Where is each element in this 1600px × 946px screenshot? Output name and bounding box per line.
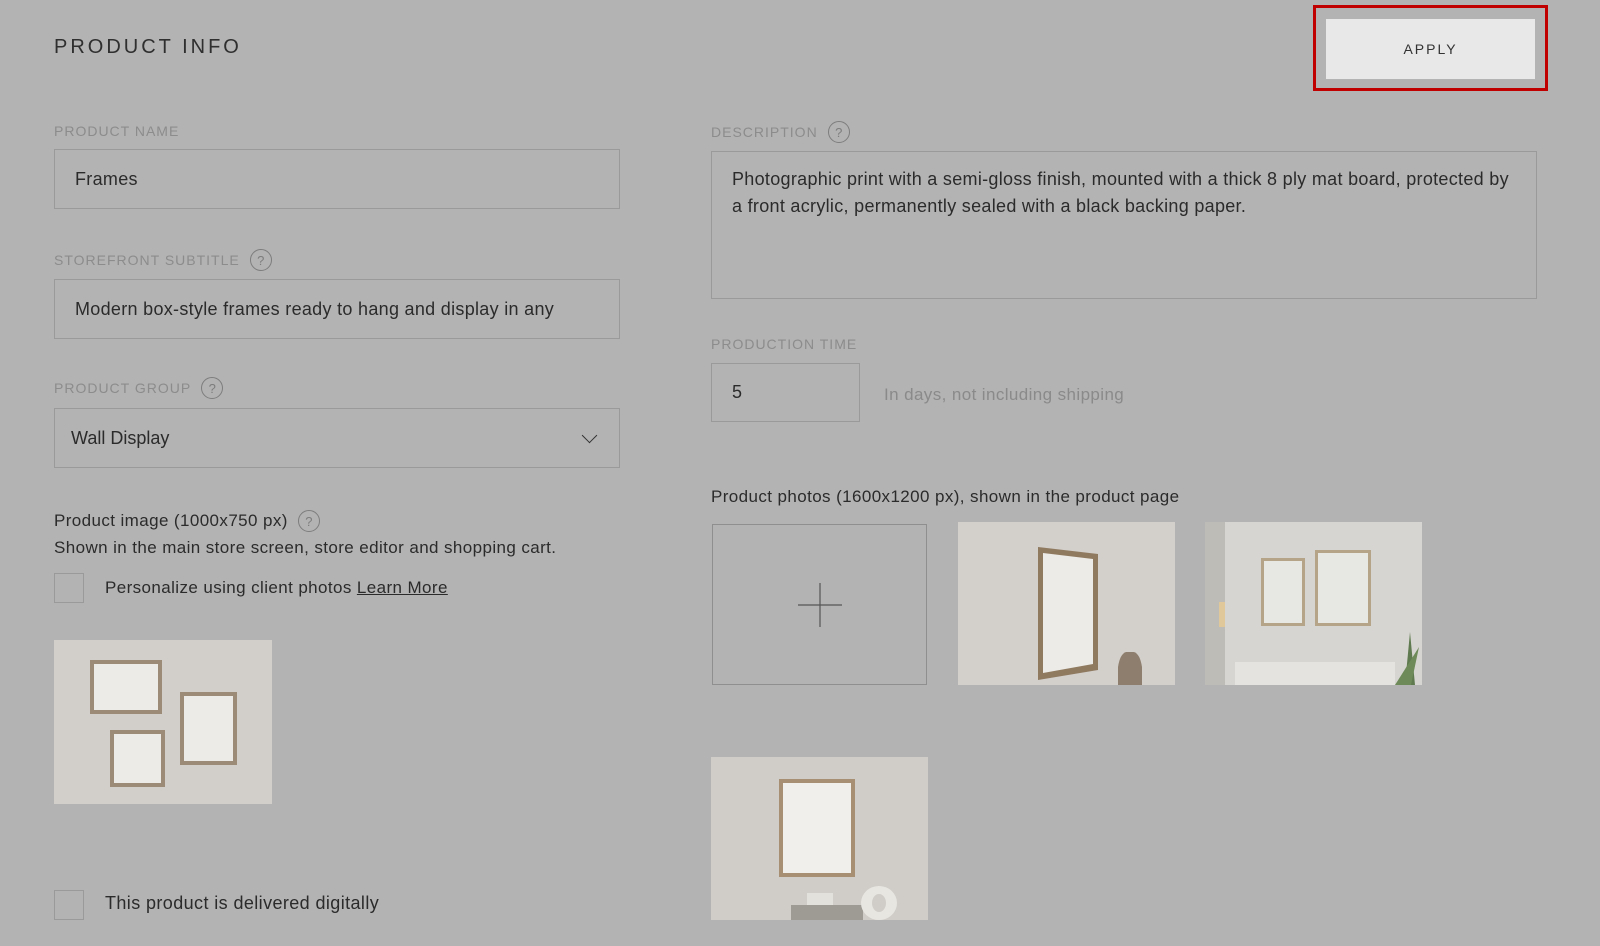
production-time-hint: In days, not including shipping (884, 385, 1125, 404)
production-time-label: PRODUCTION TIME (711, 336, 858, 352)
frame-shelf-photo (711, 757, 928, 920)
frame-wall-photo (958, 522, 1175, 685)
personalize-label: Personalize using client photos Learn Mo… (105, 578, 448, 597)
learn-more-link[interactable]: Learn More (357, 578, 448, 597)
page-title: PRODUCT INFO (54, 36, 242, 58)
description-label: DESCRIPTION ? (711, 120, 850, 144)
product-photo[interactable] (958, 522, 1175, 685)
storefront-subtitle-input[interactable]: Modern box-style frames ready to hang an… (54, 279, 620, 339)
product-photo[interactable] (711, 757, 928, 920)
product-image-title: Product image (1000x750 px) ? (54, 510, 320, 532)
digital-delivery-label: This product is delivered digitally (105, 893, 380, 913)
product-photos-label: Product photos (1600x1200 px), shown in … (711, 487, 1180, 506)
production-time-input[interactable]: 5 (711, 363, 860, 422)
product-group-label: PRODUCT GROUP ? (54, 376, 224, 400)
apply-button[interactable]: APPLY (1326, 19, 1535, 79)
help-icon[interactable]: ? (201, 377, 224, 399)
product-image-subtitle: Shown in the main store screen, store ed… (54, 538, 557, 557)
product-name-input[interactable]: Frames (54, 149, 620, 209)
description-textarea[interactable]: Photographic print with a semi-gloss fin… (711, 151, 1537, 299)
help-icon[interactable]: ? (297, 510, 320, 532)
storefront-subtitle-label: STOREFRONT SUBTITLE ? (54, 248, 272, 272)
plus-icon (797, 582, 842, 627)
personalize-checkbox[interactable] (54, 573, 84, 603)
chevron-down-icon (581, 427, 598, 443)
frames-living-room-photo (1205, 522, 1422, 685)
product-name-label: PRODUCT NAME (54, 123, 180, 139)
product-group-select[interactable]: Wall Display (54, 408, 620, 468)
product-image-thumbnail[interactable] (54, 640, 272, 804)
help-icon[interactable]: ? (827, 121, 850, 143)
product-photo[interactable] (1205, 522, 1422, 685)
digital-delivery-checkbox[interactable] (54, 890, 84, 920)
frames-group-image (54, 640, 272, 804)
add-photo-button[interactable] (712, 524, 927, 685)
help-icon[interactable]: ? (249, 249, 272, 271)
product-group-selected: Wall Display (71, 427, 170, 448)
